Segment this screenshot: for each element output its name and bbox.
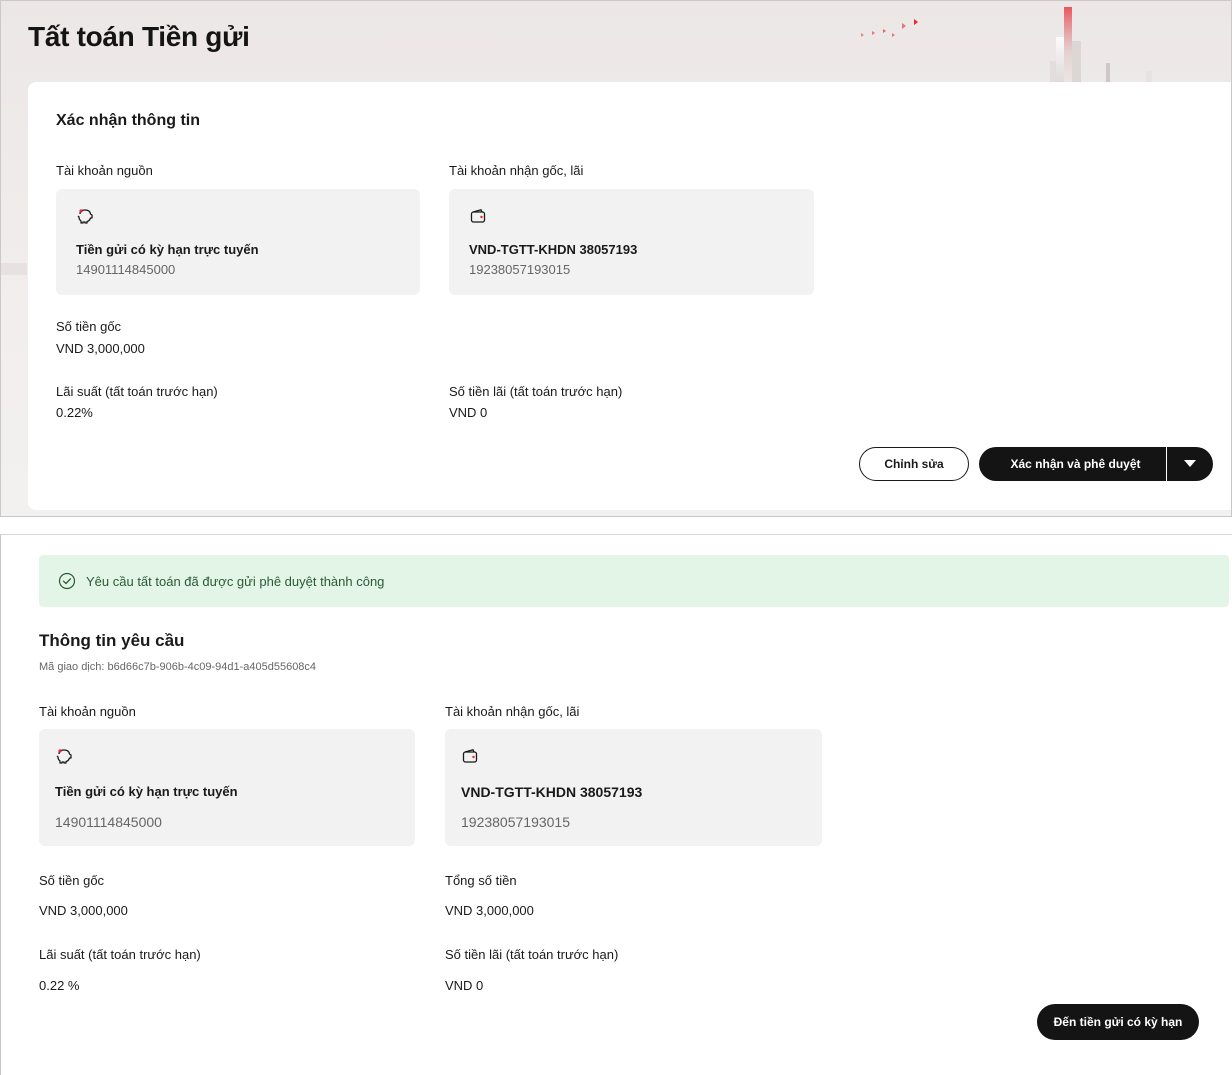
source-account-number: 14901114845000 [55,814,162,830]
source-account-card: Tiền gửi có kỳ hạn trực tuyến 1490111484… [56,189,420,295]
success-banner: Yêu cầu tất toán đã được gửi phê duyệt t… [39,555,1229,607]
interest-rate-label: Lãi suất (tất toán trước hạn) [39,947,201,962]
receiving-account-label: Tài khoản nhận gốc, lãi [445,704,580,719]
piggy-bank-icon [77,209,93,224]
total-value: VND 3,000,000 [445,903,534,918]
receiving-account-name: VND-TGTT-KHDN 38057193 [461,784,643,800]
receiving-account-number: 19238057193015 [461,814,571,830]
receiving-account-card: VND-TGTT-KHDN 38057193 19238057193015 [449,189,814,295]
check-circle-icon [58,572,76,590]
confirm-panel: Tất toán Tiền gửi Xác nhận thông tin Tài… [0,0,1232,517]
edit-button[interactable]: Chỉnh sửa [859,447,969,481]
source-account-name: Tiền gửi có kỳ hạn trực tuyến [55,784,238,799]
confirm-card: Xác nhận thông tin Tài khoản nguồn Tài k… [28,82,1231,510]
decorative-strip [1,263,27,275]
receiving-account-label: Tài khoản nhận gốc, lãi [449,163,584,178]
principal-label: Số tiền gốc [39,873,105,888]
principal-value: VND 3,000,000 [56,341,145,356]
total-label: Tổng số tiền [445,873,517,888]
go-to-term-deposit-button[interactable]: Đến tiền gửi có kỳ hạn [1037,1004,1199,1040]
success-message: Yêu cầu tất toán đã được gửi phê duyệt t… [86,573,385,589]
wallet-icon [470,209,486,223]
interest-rate-label: Lãi suất (tất toán trước hạn) [56,384,218,399]
transaction-id: Mã giao dịch: b6d66c7b-906b-4c09-94d1-a4… [39,661,317,673]
interest-amount-value: VND 0 [449,405,488,420]
wallet-icon [462,749,478,763]
piggy-bank-icon [56,749,72,764]
receiving-account-number: 19238057193015 [469,262,571,277]
approve-options-dropdown[interactable] [1167,447,1213,481]
principal-value: VND 3,000,000 [39,903,128,918]
interest-amount-value: VND 0 [445,978,484,993]
source-account-label: Tài khoản nguồn [56,163,153,178]
decorative-arrows-icon [861,19,918,37]
source-account-name: Tiền gửi có kỳ hạn trực tuyến [76,242,259,257]
receiving-account-name: VND-TGTT-KHDN 38057193 [469,242,638,257]
interest-amount-label: Số tiền lãi (tất toán trước hạn) [445,947,619,962]
confirm-approve-split-button: Xác nhận và phê duyệt [979,447,1213,481]
page-title: Tất toán Tiền gửi [28,21,250,52]
interest-rate-value: 0.22 % [39,978,80,993]
source-account-label: Tài khoản nguồn [39,704,136,719]
caret-down-icon [1184,460,1196,467]
receiving-account-card: VND-TGTT-KHDN 38057193 19238057193015 [445,729,822,846]
principal-label: Số tiền gốc [56,319,122,334]
section-heading: Xác nhận thông tin [56,112,200,129]
request-info-heading: Thông tin yêu cầu [39,631,185,650]
source-account-card: Tiền gửi có kỳ hạn trực tuyến 1490111484… [39,729,415,846]
confirm-approve-button[interactable]: Xác nhận và phê duyệt [979,447,1166,481]
result-panel: Yêu cầu tất toán đã được gửi phê duyệt t… [0,534,1232,1075]
interest-rate-value: 0.22% [56,405,93,420]
interest-amount-label: Số tiền lãi (tất toán trước hạn) [449,384,623,399]
source-account-number: 14901114845000 [76,262,176,277]
